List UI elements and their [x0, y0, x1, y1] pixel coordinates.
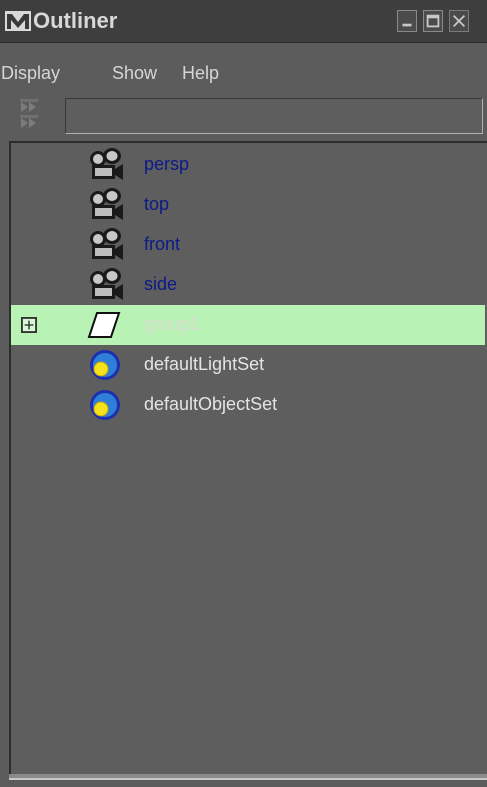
- menu-display[interactable]: Display: [1, 63, 60, 84]
- bottom-divider: [9, 774, 487, 780]
- item-label: top: [144, 194, 170, 214]
- item-label: group1: [144, 314, 201, 334]
- camera-icon: [90, 188, 123, 220]
- minimize-button[interactable]: [397, 10, 417, 32]
- set-icon: [90, 350, 120, 380]
- list-item-selected[interactable]: group1: [11, 305, 485, 345]
- list-item[interactable]: defaultLightSet: [11, 345, 485, 385]
- maximize-button[interactable]: [423, 10, 443, 32]
- maya-logo-icon: [5, 11, 31, 31]
- camera-icon: [90, 228, 123, 260]
- outliner-window: Outliner Display Show Help persp top fro…: [0, 0, 487, 787]
- filter-input[interactable]: [65, 98, 483, 134]
- item-label: defaultLightSet: [144, 354, 265, 374]
- item-label: side: [144, 274, 178, 294]
- item-label: persp: [144, 154, 190, 174]
- window-title: Outliner: [33, 8, 118, 33]
- filter-options-icon[interactable]: [19, 98, 59, 134]
- menu-help[interactable]: Help: [182, 63, 219, 84]
- list-item[interactable]: side: [11, 265, 485, 305]
- item-label: defaultObjectSet: [144, 394, 278, 414]
- title-bar[interactable]: Outliner: [0, 0, 487, 43]
- list-item[interactable]: defaultObjectSet: [11, 385, 485, 425]
- group-transform-icon: [87, 312, 121, 338]
- list-item[interactable]: persp: [11, 145, 485, 185]
- close-icon: [452, 14, 466, 28]
- minimize-icon: [402, 23, 412, 27]
- camera-icon: [90, 268, 123, 300]
- maximize-icon: [426, 14, 440, 28]
- menu-show[interactable]: Show: [112, 63, 157, 84]
- item-label: front: [144, 234, 181, 254]
- expand-icon[interactable]: [21, 317, 37, 333]
- menu-bar: Display Show Help: [0, 55, 487, 89]
- set-icon: [90, 390, 120, 420]
- list-item[interactable]: front: [11, 225, 485, 265]
- camera-icon: [90, 148, 123, 180]
- close-button[interactable]: [449, 10, 469, 32]
- list-item[interactable]: top: [11, 185, 485, 225]
